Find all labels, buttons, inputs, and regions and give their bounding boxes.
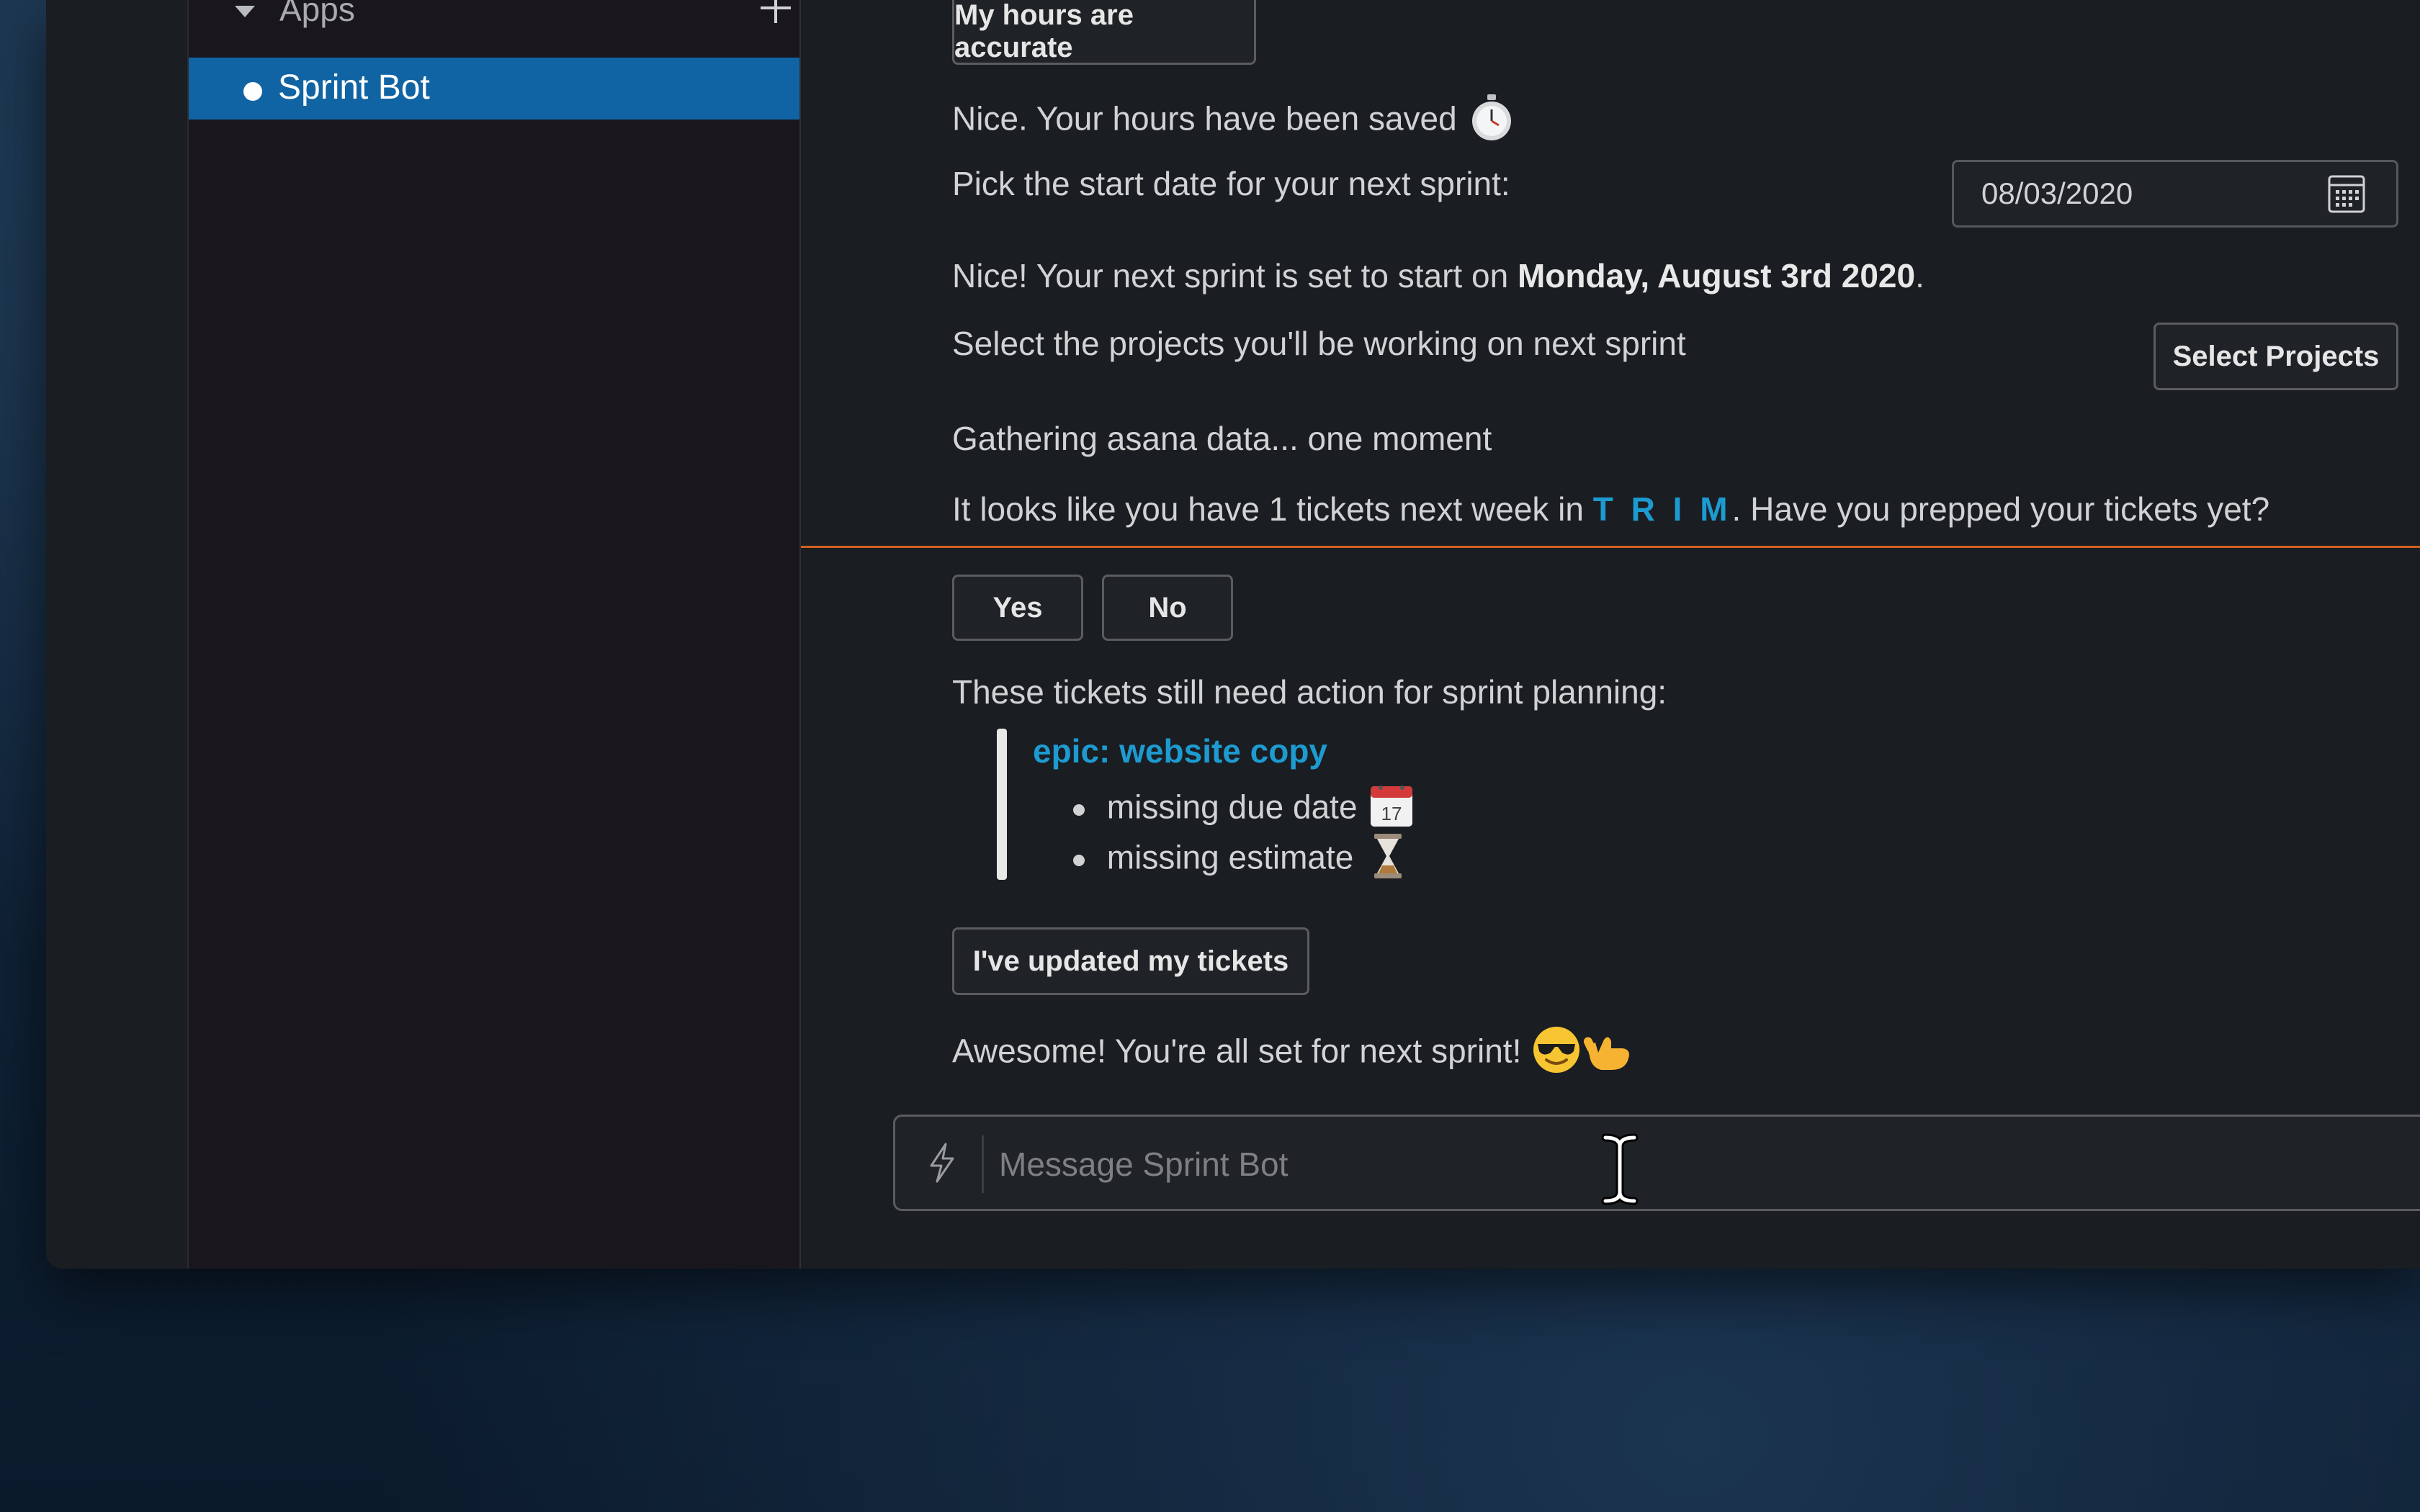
presence-dot-icon	[243, 82, 262, 101]
app-window: Apps Sprint Bot My hours are accurate Ni…	[46, 0, 2420, 1269]
apps-section-header[interactable]: Apps	[189, 0, 799, 43]
message-composer[interactable]	[893, 1115, 2420, 1211]
chevron-down-icon[interactable]	[235, 6, 255, 17]
new-messages-divider	[801, 546, 2420, 548]
tickets-suffix: . Have you prepped your tickets yet?	[1731, 490, 2270, 528]
svg-text:17: 17	[1381, 803, 1402, 824]
attachment-bar	[997, 729, 1007, 880]
select-projects-text: Select the projects you'll be working on…	[952, 325, 1686, 362]
needs-action-text: These tickets still need action for spri…	[952, 673, 1667, 711]
no-button[interactable]: No	[1102, 575, 1233, 641]
sidebar: Apps Sprint Bot	[189, 0, 801, 1269]
pick-date-text: Pick the start date for your next sprint…	[952, 165, 1510, 202]
stopwatch-icon	[1466, 92, 1517, 150]
missing-due-date-text: missing due date	[1106, 788, 1358, 826]
call-me-hand-emoji-icon	[1582, 1024, 1634, 1084]
text-cursor-icon	[1598, 1133, 1641, 1205]
sunglasses-emoji-icon	[1531, 1024, 1582, 1084]
list-item-missing-due-date: missing due date 17	[1073, 780, 1417, 839]
sprint-set-prefix: Nice! Your next sprint is set to start o…	[952, 257, 1518, 294]
calendar-icon[interactable]	[2327, 172, 2366, 214]
message-input[interactable]	[998, 1138, 2081, 1190]
sidebar-item-label: Sprint Bot	[278, 68, 430, 107]
workspace-rail	[46, 0, 189, 1269]
tickets-message: It looks like you have 1 tickets next we…	[952, 490, 2269, 528]
all-set-text: Awesome! You're all set for next sprint!	[952, 1032, 1522, 1070]
hours-accurate-button[interactable]: My hours are accurate	[952, 0, 1256, 65]
yes-button[interactable]: Yes	[952, 575, 1083, 641]
sprint-set-suffix: .	[1915, 257, 1924, 294]
project-link-trim[interactable]: T R I M	[1593, 490, 1732, 528]
tickets-prefix: It looks like you have 1 tickets next we…	[952, 490, 1593, 528]
all-set-message: Awesome! You're all set for next sprint!	[952, 1024, 1634, 1084]
hours-saved-message: Nice. Your hours have been saved	[952, 92, 1517, 150]
message-pane: My hours are accurate Nice. Your hours h…	[801, 0, 2420, 1269]
updated-tickets-button[interactable]: I've updated my tickets	[952, 927, 1309, 995]
sprint-start-datepicker[interactable]: 08/03/2020	[1952, 160, 2398, 228]
list-item-missing-estimate: missing estimate	[1073, 831, 1413, 889]
sidebar-item-sprint-bot[interactable]: Sprint Bot	[189, 58, 799, 120]
sprint-set-message: Nice! Your next sprint is set to start o…	[952, 256, 1924, 295]
date-value: 08/03/2020	[1981, 176, 2133, 210]
missing-estimate-text: missing estimate	[1106, 838, 1354, 876]
calendar-emoji-icon: 17	[1366, 780, 1417, 839]
gathering-text: Gathering asana data... one moment	[952, 420, 1492, 457]
hourglass-icon	[1363, 831, 1413, 889]
sprint-set-date: Monday, August 3rd 2020	[1517, 257, 1916, 294]
composer-separator	[982, 1135, 984, 1193]
select-projects-button[interactable]: Select Projects	[2154, 323, 2398, 390]
plus-icon[interactable]	[758, 0, 794, 26]
hours-saved-text: Nice. Your hours have been saved	[952, 99, 1457, 138]
apps-section-label: Apps	[279, 0, 355, 28]
lightning-icon[interactable]	[924, 1141, 960, 1184]
epic-link[interactable]: epic: website copy	[1033, 732, 1327, 770]
